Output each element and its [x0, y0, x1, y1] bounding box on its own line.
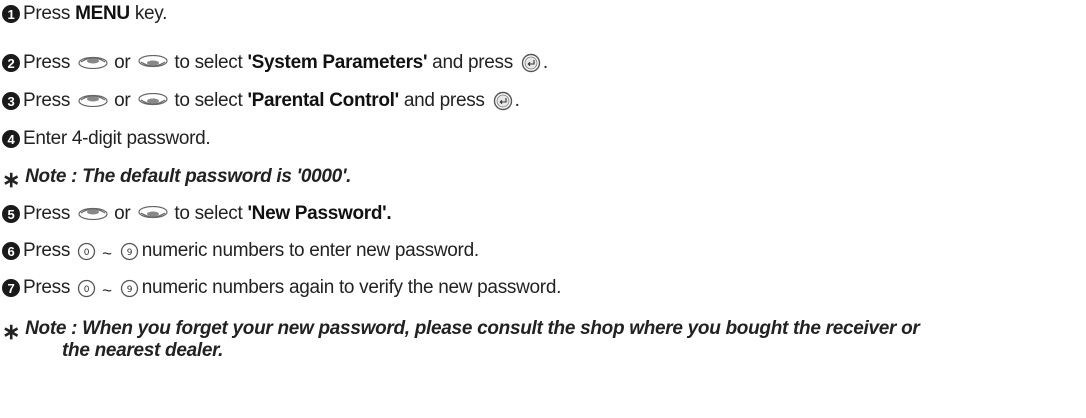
menu-key-label: MENU	[75, 3, 130, 24]
step-number-4: 4	[2, 130, 20, 148]
down-rocker-key-icon	[138, 206, 168, 219]
step-3-or: or	[114, 90, 131, 111]
up-rocker-key-icon	[78, 56, 108, 69]
step-7-post: numeric numbers again to verify the new …	[141, 277, 562, 298]
step-number-3: 3	[2, 92, 20, 110]
step-4-text: Enter 4-digit password.	[23, 128, 211, 149]
step-2-or: or	[114, 52, 131, 73]
step-2-pre: Press	[23, 52, 71, 73]
step-number-1: 1	[2, 5, 20, 23]
step-6-pre: Press	[23, 240, 71, 261]
note-2-text-line1: Note : When you forget your new password…	[25, 318, 920, 339]
step-7: 7 Press 0 ~ 9 numeric numbers again to v…	[2, 277, 562, 300]
down-rocker-key-icon	[138, 93, 168, 106]
step-1-pre: Press	[23, 3, 71, 24]
step-5: 5 Press or to select 'New Password'.	[2, 203, 392, 225]
system-parameters-label: 'System Parameters'	[247, 52, 428, 73]
step-5-mid: to select	[174, 203, 243, 224]
step-number-7: 7	[2, 279, 20, 297]
digit-0-key-icon: 0	[77, 279, 96, 297]
note-default-password: ∗ Note : The default password is '0000'.	[2, 164, 352, 192]
step-number-6: 6	[2, 242, 20, 260]
range-tilde: ~	[102, 281, 112, 300]
range-tilde: ~	[102, 244, 112, 263]
note-forgot-password: ∗ Note : When you forget your new passwo…	[2, 316, 920, 344]
step-number-2: 2	[2, 54, 20, 72]
svg-text:0: 0	[84, 248, 90, 258]
step-4: 4 Enter 4-digit password.	[2, 128, 211, 150]
note-1-text: Note : The default password is '0000'.	[25, 166, 352, 187]
instruction-page: 1 Press MENU key. 2 Press or to select '…	[0, 0, 1086, 418]
step-6: 6 Press 0 ~ 9 numeric numbers to enter n…	[2, 240, 479, 263]
new-password-label: 'New Password'.	[247, 203, 392, 224]
svg-text:9: 9	[127, 285, 133, 295]
step-1-post: key.	[134, 3, 168, 24]
up-rocker-key-icon	[78, 94, 108, 107]
step-7-pre: Press	[23, 277, 71, 298]
step-1: 1 Press MENU key.	[2, 3, 167, 25]
note-2-text-line2: the nearest dealer.	[62, 340, 224, 361]
step-number-5: 5	[2, 205, 20, 223]
down-rocker-key-icon	[138, 55, 168, 68]
step-5-or: or	[114, 203, 131, 224]
step-3-post: and press	[403, 90, 485, 111]
parental-control-label: 'Parental Control'	[247, 90, 399, 111]
ok-enter-key-icon	[493, 91, 512, 111]
digit-0-key-icon: 0	[77, 242, 96, 260]
digit-9-key-icon: 9	[120, 242, 138, 260]
up-rocker-key-icon	[78, 207, 108, 220]
digit-9-key-icon: 9	[120, 279, 138, 297]
svg-text:0: 0	[84, 285, 90, 295]
step-3-end: .	[514, 90, 520, 111]
step-6-post: numeric numbers to enter new password.	[141, 240, 479, 261]
step-2-mid: to select	[174, 52, 243, 73]
note-asterisk-icon: ∗	[2, 319, 21, 344]
step-5-pre: Press	[23, 203, 71, 224]
step-2-end: .	[542, 52, 548, 73]
svg-text:9: 9	[127, 248, 133, 258]
step-3-pre: Press	[23, 90, 71, 111]
note-asterisk-icon: ∗	[2, 167, 21, 192]
ok-enter-key-icon	[521, 53, 541, 73]
step-2-post: and press	[432, 52, 513, 73]
step-2: 2 Press or to select 'System Parameters'…	[2, 52, 548, 74]
step-3-mid: to select	[174, 90, 243, 111]
step-3: 3 Press or to select 'Parental Control' …	[2, 90, 520, 112]
